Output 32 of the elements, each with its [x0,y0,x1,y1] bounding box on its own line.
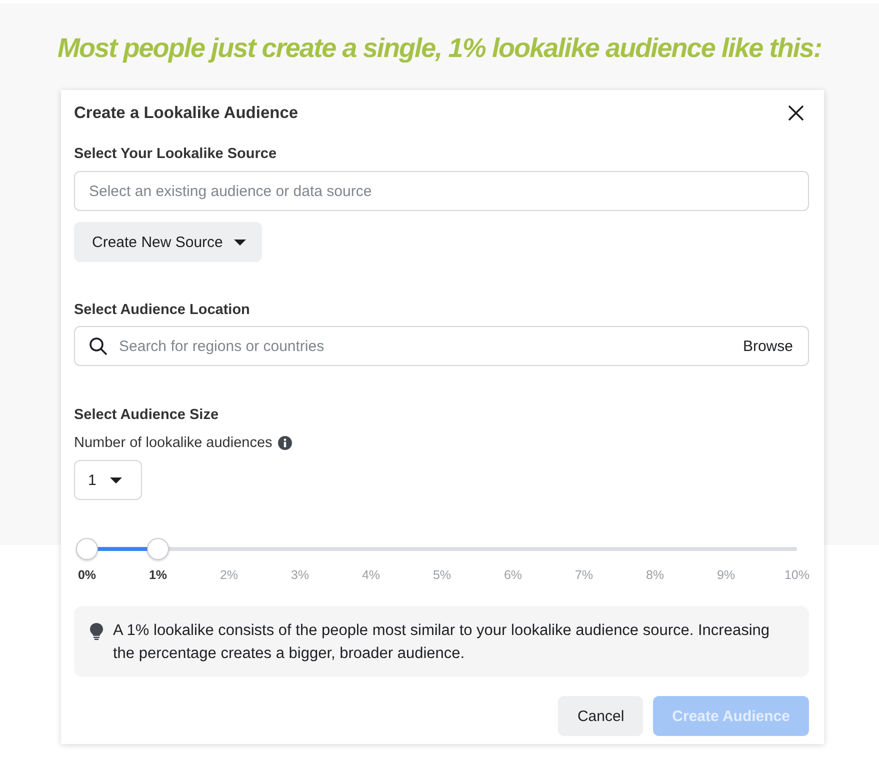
headline: Most people just create a single, 1% lookalike audience like this: [57,32,822,65]
location-search-field[interactable]: Search for regions or countries Browse [74,326,809,366]
slider-handle[interactable] [76,538,98,560]
dialog-title: Create a Lookalike Audience [74,104,298,122]
caret-icon [234,238,246,246]
count-dropdown[interactable]: 1 [74,460,142,500]
scale-label: 0% [78,567,96,583]
close-icon[interactable] [788,105,804,121]
caret-icon [110,476,122,484]
create-new-source-button[interactable]: Create New Source [74,222,262,262]
field-label: Number of lookalike audiences [74,434,272,452]
scale-label: 8% [646,567,664,583]
info-icon [278,436,292,450]
scale-label: 9% [716,567,736,583]
scale-label: 7% [574,567,594,583]
scale-label: 3% [290,567,310,583]
section-label: Select Audience Location [74,301,251,319]
section-label: Select Your Lookalike Source [74,145,278,163]
source-input-field[interactable]: Select an existing audience or data source [74,171,809,211]
slider-handle[interactable] [147,538,169,560]
section-label: Select Audience Size [74,406,220,424]
scale-label: 4% [362,567,380,583]
scale-label: 2% [220,567,238,583]
search-icon [89,337,107,355]
scale-label: 5% [432,567,452,583]
scale-label: 10% [784,567,810,583]
lightbulb-icon [90,623,103,640]
cancel-button[interactable]: Cancel [558,696,644,736]
scale-label: 6% [504,567,522,583]
tip-text: A 1% lookalike consists of the people most similar to your lookalike audience source. Increasing the percentage creates a bigger, broader audience. [113,621,771,664]
browse-button[interactable]: Browse [742,338,793,354]
scale-label: 1% [148,567,168,583]
